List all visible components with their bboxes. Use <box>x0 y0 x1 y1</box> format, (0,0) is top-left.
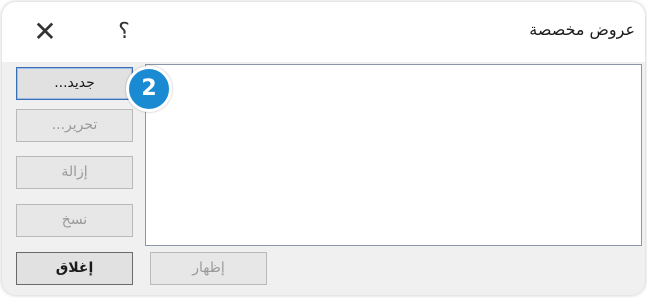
custom-shows-dialog: عروض مخصصة ✕ ؟ جديد... تحرير... إزالة نس… <box>2 2 645 295</box>
title-bar: عروض مخصصة ✕ ؟ <box>2 2 645 62</box>
show-button[interactable]: إظهار <box>150 252 267 285</box>
copy-button[interactable]: نسخ <box>16 204 133 237</box>
help-icon[interactable]: ؟ <box>112 14 136 50</box>
new-button[interactable]: جديد... <box>16 67 133 100</box>
step-callout-badge: 2 <box>126 66 172 112</box>
close-icon[interactable]: ✕ <box>27 14 63 50</box>
dialog-title: عروض مخصصة <box>529 20 635 39</box>
edit-button[interactable]: تحرير... <box>16 109 133 142</box>
close-button[interactable]: إغلاق <box>16 252 133 285</box>
custom-shows-list[interactable] <box>145 64 642 246</box>
screenshot-frame: عروض مخصصة ✕ ؟ جديد... تحرير... إزالة نس… <box>0 0 647 298</box>
remove-button[interactable]: إزالة <box>16 156 133 189</box>
